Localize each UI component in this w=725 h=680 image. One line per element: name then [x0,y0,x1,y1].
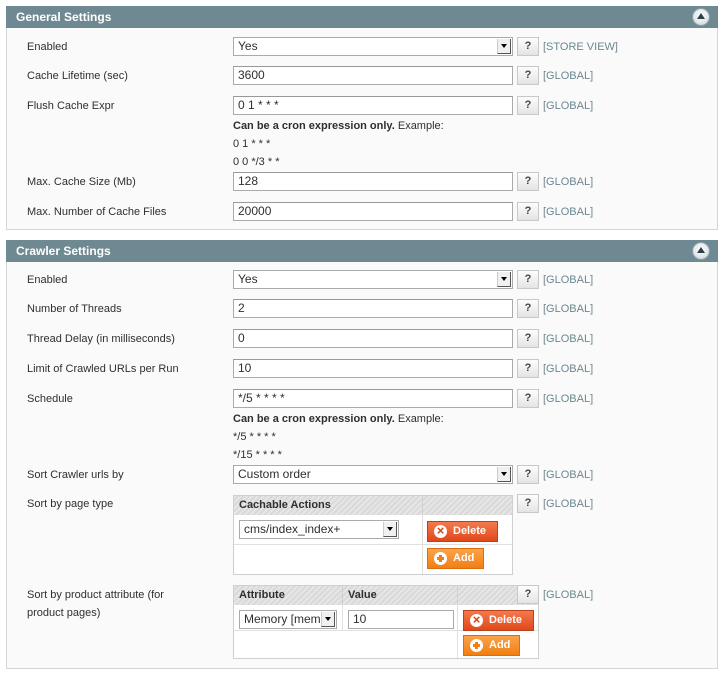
max-cache-size-input[interactable]: 128 [233,172,513,191]
column-header: Attribute [234,586,343,605]
column-header: Cachable Actions [234,496,423,515]
thread-delay-input[interactable]: 0 [233,329,513,348]
help-button[interactable]: ? [517,329,539,348]
help-button[interactable]: ? [517,202,539,221]
cron-example: */5 * * * * [233,431,276,443]
label-schedule: Schedule [27,393,73,405]
cron-example: 0 1 * * * [233,138,271,150]
limit-urls-input[interactable]: 10 [233,359,513,378]
scope-label: [GLOBAL] [543,393,594,405]
help-button[interactable]: ? [517,96,539,115]
cache-lifetime-input[interactable]: 3600 [233,66,513,85]
section-title: General Settings [16,10,112,24]
label-thread-delay: Thread Delay (in milliseconds) [27,333,175,345]
general-settings-section: General Settings Enabled Yes ? [STORE VI… [6,6,718,230]
chevron-down-icon [497,467,511,482]
help-button[interactable]: ? [517,585,539,604]
collapse-up-icon[interactable] [693,9,709,25]
label-sort-product-attr: Sort by product attribute (for product pa… [27,589,164,619]
scope-label: [GLOBAL] [543,70,594,82]
delete-button[interactable]: Delete [427,521,498,542]
add-button[interactable]: Add [463,635,520,656]
section-title: Crawler Settings [16,244,111,258]
label-max-cache-files: Max. Number of Cache Files [27,206,167,218]
label-sort-urls: Sort Crawler urls by [27,469,124,481]
delete-icon [470,611,483,629]
plus-icon [470,639,483,652]
crawler-enabled-select[interactable]: Yes [233,270,513,289]
label-flush-cache-expr: Flush Cache Expr [27,100,115,112]
flush-cache-expr-input[interactable]: 0 1 * * * [233,96,513,115]
delete-button[interactable]: Delete [463,610,534,631]
scope-label: [GLOBAL] [543,206,594,218]
help-button[interactable]: ? [517,359,539,378]
help-button[interactable]: ? [517,494,539,513]
cron-example: */15 * * * * [233,449,282,461]
enabled-select[interactable]: Yes [233,37,513,56]
label-sort-page-type: Sort by page type [27,498,114,510]
plus-icon [434,552,447,565]
scope-label: [GLOBAL] [543,100,594,112]
scope-label: [STORE VIEW] [543,41,618,53]
cron-note: Can be a cron expression only. Example: [233,413,444,425]
scope-label: [GLOBAL] [543,176,594,188]
chevron-down-icon [497,272,511,287]
label-enabled: Enabled [27,41,68,53]
label-threads: Number of Threads [27,303,122,315]
scope-label: [GLOBAL] [543,274,594,286]
general-settings-header[interactable]: General Settings [6,6,718,28]
schedule-input[interactable]: */5 * * * * [233,389,513,408]
max-cache-files-input[interactable]: 20000 [233,202,513,221]
label-limit-urls: Limit of Crawled URLs per Run [27,363,179,375]
scope-label: [GLOBAL] [543,363,594,375]
chevron-down-icon [383,522,397,537]
scope-label: [GLOBAL] [543,333,594,345]
help-button[interactable]: ? [517,172,539,191]
label-max-cache-size: Max. Cache Size (Mb) [27,176,136,188]
help-button[interactable]: ? [517,37,539,56]
attribute-value-input[interactable]: 10 [348,610,454,629]
cron-note: Can be a cron expression only. Example: [233,120,444,132]
chevron-down-icon [497,39,511,54]
help-button[interactable]: ? [517,270,539,289]
crawler-settings-header[interactable]: Crawler Settings [6,240,718,262]
label-cache-lifetime: Cache Lifetime (sec) [27,70,128,82]
help-button[interactable]: ? [517,389,539,408]
scope-label: [GLOBAL] [543,498,594,510]
scope-label: [GLOBAL] [543,303,594,315]
label-crawler-enabled: Enabled [27,274,68,286]
help-button[interactable]: ? [517,66,539,85]
help-button[interactable]: ? [517,465,539,484]
cron-example: 0 0 */3 * * [233,156,280,168]
column-header: Value [343,586,458,605]
delete-icon [434,522,447,540]
threads-input[interactable]: 2 [233,299,513,318]
add-button[interactable]: Add [427,548,484,569]
product-attribute-grid: Attribute Value Memory [memc 10 Delete A… [233,585,539,659]
scope-label: [GLOBAL] [543,469,594,481]
sort-urls-select[interactable]: Custom order [233,465,513,484]
cachable-action-select[interactable]: cms/index_index+ [239,520,399,539]
help-button[interactable]: ? [517,299,539,318]
cachable-actions-grid: Cachable Actions cms/index_index+ Delete… [233,495,513,575]
collapse-up-icon[interactable] [693,243,709,259]
scope-label: [GLOBAL] [543,589,594,601]
chevron-down-icon [321,612,335,627]
crawler-settings-section: Crawler Settings Enabled Yes ? [GLOBAL] … [6,240,718,669]
attribute-select[interactable]: Memory [memc [239,610,337,629]
